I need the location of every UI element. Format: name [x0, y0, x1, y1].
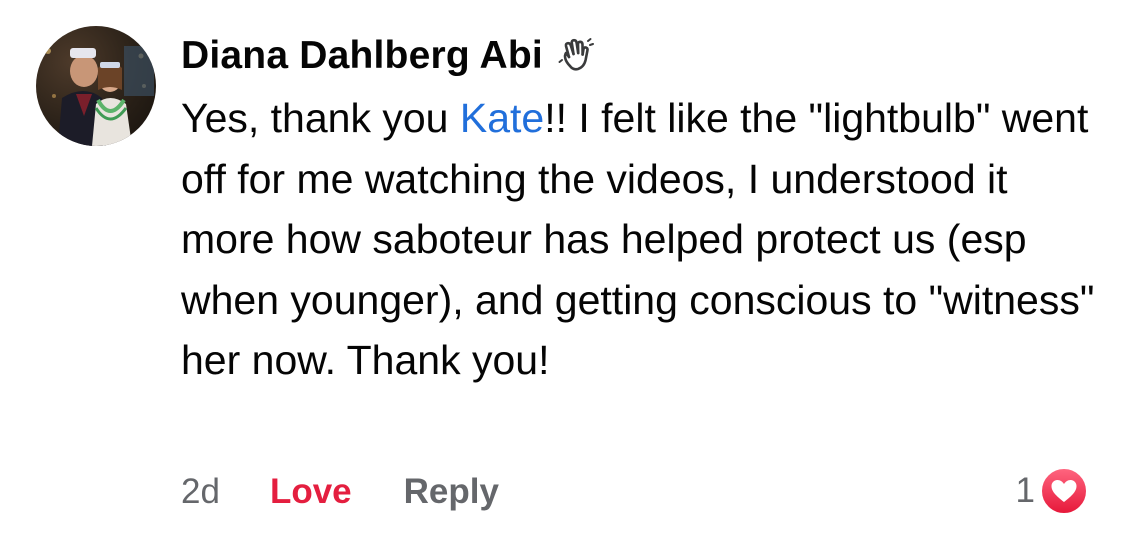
- profile-photo: [45, 46, 154, 146]
- author-name[interactable]: Diana Dahlberg Abi: [181, 32, 543, 80]
- comment-body: Yes, thank you Kate!! I felt like the "l…: [181, 88, 1101, 391]
- love-button[interactable]: Love: [270, 472, 352, 512]
- author-avatar[interactable]: [36, 26, 156, 146]
- love-heart-icon: [1039, 466, 1089, 516]
- comment: Diana Dahlberg Abi Yes, thank you Kate!!…: [0, 0, 1125, 546]
- reply-button[interactable]: Reply: [404, 472, 499, 512]
- comment-actions: 2d Love Reply: [181, 468, 499, 516]
- reaction-summary[interactable]: 1: [1016, 465, 1089, 517]
- mention-link[interactable]: Kate: [460, 95, 544, 141]
- waving-hand-icon: [557, 36, 597, 76]
- comment-text-start: Yes, thank you: [181, 95, 460, 141]
- reaction-count: 1: [1015, 471, 1035, 510]
- author-row: Diana Dahlberg Abi: [181, 32, 597, 80]
- timestamp[interactable]: 2d: [181, 472, 220, 512]
